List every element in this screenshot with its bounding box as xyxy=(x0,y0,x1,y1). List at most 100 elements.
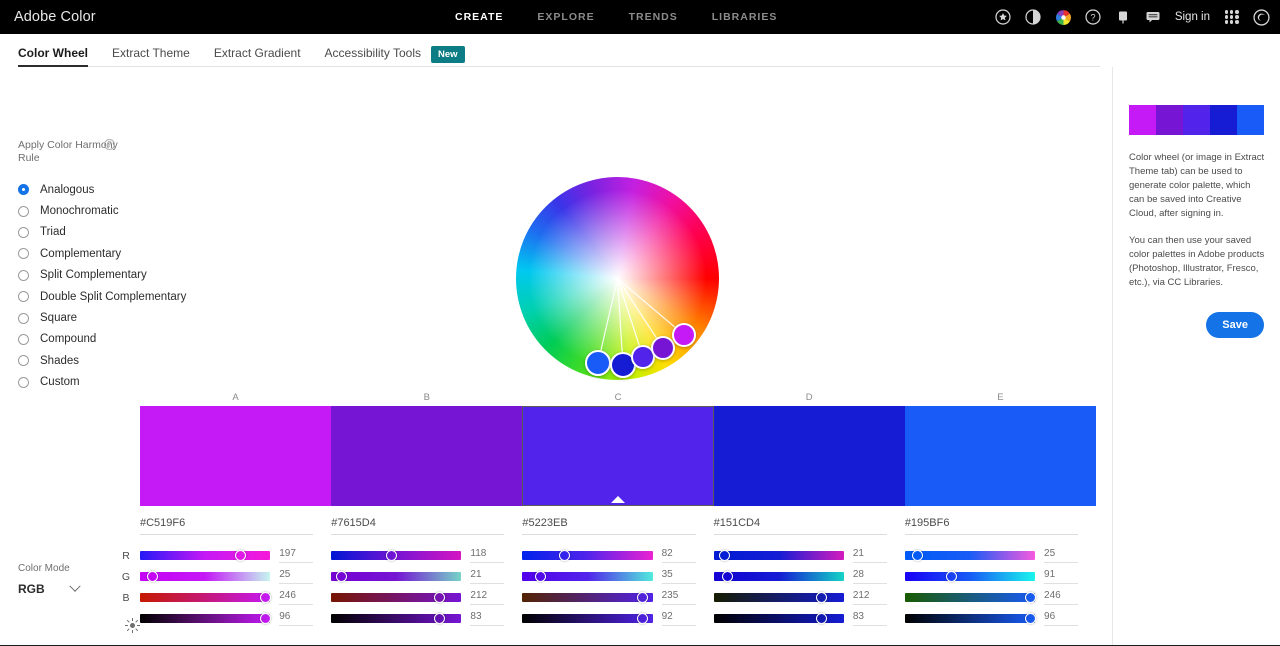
help-circle-icon[interactable]: ? xyxy=(104,139,115,150)
rule-option-shades[interactable]: Shades xyxy=(18,350,208,371)
nav-item-create[interactable]: CREATE xyxy=(455,11,503,23)
channel-slider-d-r[interactable] xyxy=(714,551,844,560)
tab-color-wheel[interactable]: Color Wheel xyxy=(18,46,88,67)
channel-slider-e-brightness[interactable] xyxy=(905,614,1035,623)
color-wheel[interactable] xyxy=(516,177,719,380)
radio-icon[interactable] xyxy=(18,206,29,217)
bell-icon[interactable] xyxy=(1115,9,1132,26)
wheel-marker-a[interactable] xyxy=(672,323,696,347)
rule-option-compound[interactable]: Compound xyxy=(18,329,208,350)
rule-option-double-split-complementary[interactable]: Double Split Complementary xyxy=(18,286,208,307)
rule-option-complementary[interactable]: Complementary xyxy=(18,243,208,264)
radio-icon[interactable] xyxy=(18,248,29,259)
channel-value-b-g[interactable]: 21 xyxy=(470,569,504,584)
channel-slider-a-b[interactable] xyxy=(140,593,270,602)
nav-item-libraries[interactable]: LIBRARIES xyxy=(712,11,778,23)
color-mode-selector[interactable]: Color Mode RGB xyxy=(18,563,79,596)
hex-input-a[interactable]: #C519F6 xyxy=(140,517,313,535)
slider-knob[interactable] xyxy=(912,550,923,561)
channel-slider-c-g[interactable] xyxy=(522,572,652,581)
palette-swatch-d[interactable] xyxy=(714,406,905,506)
hex-input-c[interactable]: #5223EB xyxy=(522,517,695,535)
slider-knob[interactable] xyxy=(637,592,648,603)
channel-value-e-brightness[interactable]: 96 xyxy=(1044,611,1078,626)
save-button[interactable]: Save xyxy=(1206,312,1264,338)
channel-value-a-r[interactable]: 197 xyxy=(279,548,313,563)
channel-value-d-brightness[interactable]: 83 xyxy=(853,611,887,626)
channel-value-b-b[interactable]: 212 xyxy=(470,590,504,605)
palette-swatch-b[interactable] xyxy=(331,406,522,506)
slider-knob[interactable] xyxy=(722,571,733,582)
channel-value-d-r[interactable]: 21 xyxy=(853,548,887,563)
channel-value-e-r[interactable]: 25 xyxy=(1044,548,1078,563)
slider-knob[interactable] xyxy=(147,571,158,582)
channel-value-a-brightness[interactable]: 96 xyxy=(279,611,313,626)
tab-extract-gradient[interactable]: Extract Gradient xyxy=(214,46,301,67)
channel-value-d-b[interactable]: 212 xyxy=(853,590,887,605)
wheel-marker-e[interactable] xyxy=(585,350,611,376)
channel-slider-e-r[interactable] xyxy=(905,551,1035,560)
slider-knob[interactable] xyxy=(1025,613,1036,624)
rule-option-custom[interactable]: Custom xyxy=(18,372,208,393)
slider-knob[interactable] xyxy=(719,550,730,561)
channel-slider-c-brightness[interactable] xyxy=(522,614,652,623)
rule-option-triad[interactable]: Triad xyxy=(18,222,208,243)
tab-accessibility-tools[interactable]: Accessibility Tools xyxy=(325,46,421,67)
rule-option-monochromatic[interactable]: Monochromatic xyxy=(18,200,208,221)
channel-slider-b-g[interactable] xyxy=(331,572,461,581)
help-circle-icon[interactable]: ? xyxy=(1085,9,1102,26)
slider-knob[interactable] xyxy=(816,613,827,624)
palette-swatch-e[interactable] xyxy=(905,406,1096,506)
channel-slider-d-b[interactable] xyxy=(714,593,844,602)
slider-knob[interactable] xyxy=(637,613,648,624)
channel-slider-a-g[interactable] xyxy=(140,572,270,581)
slider-knob[interactable] xyxy=(1025,592,1036,603)
slider-knob[interactable] xyxy=(434,613,445,624)
channel-value-a-g[interactable]: 25 xyxy=(279,569,313,584)
slider-knob[interactable] xyxy=(386,550,397,561)
channel-value-b-brightness[interactable]: 83 xyxy=(470,611,504,626)
slider-knob[interactable] xyxy=(336,571,347,582)
channel-slider-a-r[interactable] xyxy=(140,551,270,560)
chevron-down-icon[interactable] xyxy=(69,581,80,592)
channel-slider-e-b[interactable] xyxy=(905,593,1035,602)
rule-option-analogous[interactable]: Analogous xyxy=(18,179,208,200)
hex-input-d[interactable]: #151CD4 xyxy=(714,517,887,535)
tab-extract-theme[interactable]: Extract Theme xyxy=(112,46,190,67)
hex-input-e[interactable]: #195BF6 xyxy=(905,517,1078,535)
rule-option-square[interactable]: Square xyxy=(18,307,208,328)
channel-slider-b-r[interactable] xyxy=(331,551,461,560)
slider-knob[interactable] xyxy=(260,592,271,603)
contrast-circle-icon[interactable] xyxy=(1025,9,1042,26)
channel-value-e-b[interactable]: 246 xyxy=(1044,590,1078,605)
channel-value-c-b[interactable]: 235 xyxy=(662,590,696,605)
radio-icon[interactable] xyxy=(18,355,29,366)
radio-icon[interactable] xyxy=(18,334,29,345)
radio-icon[interactable] xyxy=(18,184,29,195)
radio-icon[interactable] xyxy=(18,377,29,388)
channel-slider-b-b[interactable] xyxy=(331,593,461,602)
hex-input-b[interactable]: #7615D4 xyxy=(331,517,504,535)
channel-value-c-r[interactable]: 82 xyxy=(662,548,696,563)
channel-slider-c-b[interactable] xyxy=(522,593,652,602)
radio-icon[interactable] xyxy=(18,313,29,324)
channel-value-a-b[interactable]: 246 xyxy=(279,590,313,605)
feedback-icon[interactable] xyxy=(1145,9,1162,26)
channel-value-c-g[interactable]: 35 xyxy=(662,569,696,584)
slider-knob[interactable] xyxy=(559,550,570,561)
app-grid-icon[interactable] xyxy=(1223,9,1240,26)
palette-swatch-a[interactable] xyxy=(140,406,331,506)
sign-in-button[interactable]: Sign in xyxy=(1175,11,1210,23)
channel-value-b-r[interactable]: 118 xyxy=(470,548,504,563)
channel-slider-a-brightness[interactable] xyxy=(140,614,270,623)
nav-item-trends[interactable]: TRENDS xyxy=(629,11,678,23)
channel-slider-d-g[interactable] xyxy=(714,572,844,581)
radio-icon[interactable] xyxy=(18,291,29,302)
star-circle-icon[interactable] xyxy=(995,9,1012,26)
slider-knob[interactable] xyxy=(260,613,271,624)
slider-knob[interactable] xyxy=(235,550,246,561)
channel-slider-b-brightness[interactable] xyxy=(331,614,461,623)
wheel-marker-b[interactable] xyxy=(651,336,675,360)
channel-value-c-brightness[interactable]: 92 xyxy=(662,611,696,626)
rule-option-split-complementary[interactable]: Split Complementary xyxy=(18,265,208,286)
